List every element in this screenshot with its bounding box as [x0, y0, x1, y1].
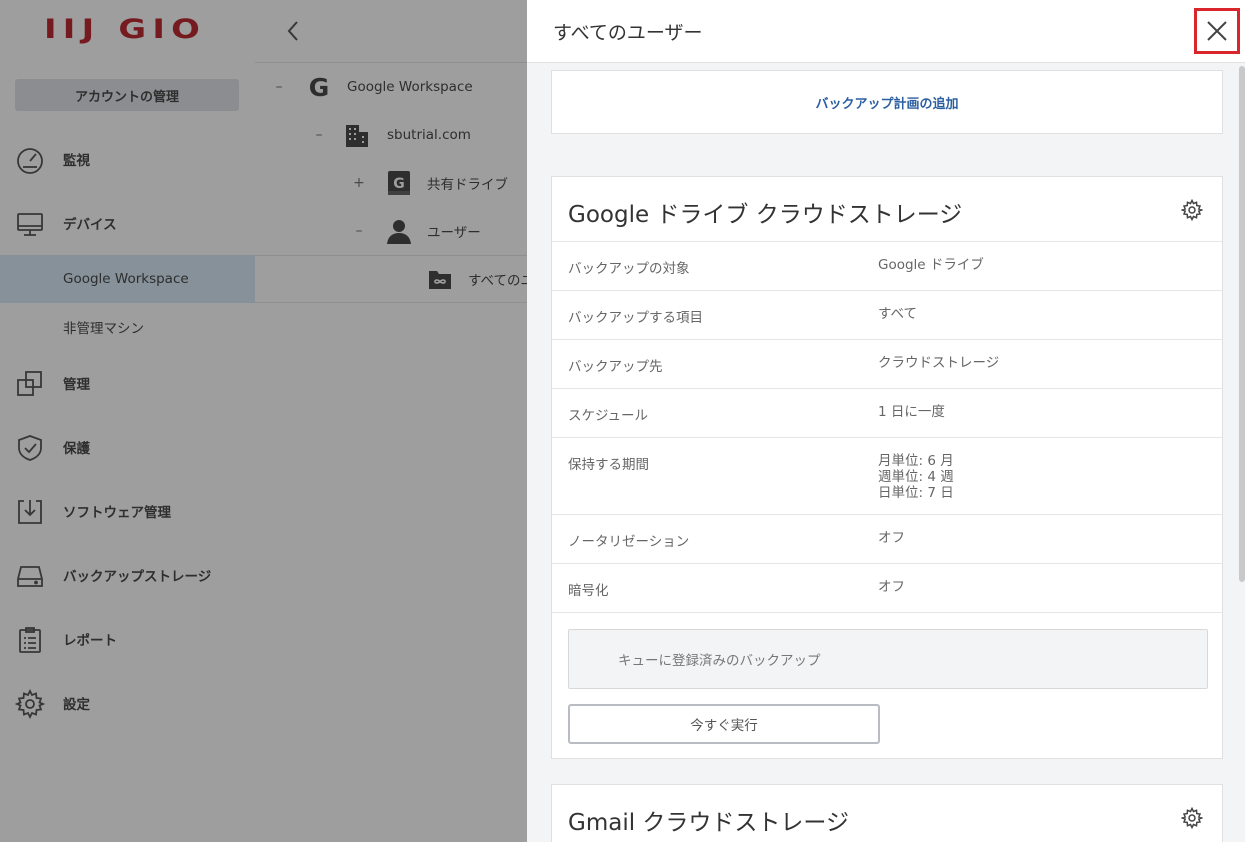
panel-header: すべてのユーザー: [527, 0, 1245, 63]
run-now-button[interactable]: 今すぐ実行: [568, 704, 880, 744]
gear-icon[interactable]: [1180, 198, 1204, 222]
close-button[interactable]: [1194, 8, 1240, 54]
add-backup-plan-button[interactable]: バックアップ計画の追加: [551, 70, 1223, 134]
panel-title: すべてのユーザー: [553, 22, 703, 44]
card-title: Gmail クラウドストレージ: [568, 810, 849, 836]
close-icon: [1207, 21, 1227, 41]
backup-plan-panel: すべてのユーザー バックアップ計画の追加 Google ドライブ クラウドストレ…: [527, 0, 1245, 842]
backup-plan-card-drive: Google ドライブ クラウドストレージ バックアップの対象 Google ド…: [551, 176, 1223, 759]
scrollbar[interactable]: [1239, 66, 1245, 582]
plan-row-destination: バックアップ先 クラウドストレージ: [552, 340, 1222, 389]
queued-backup-status: キューに登録済みのバックアップ: [568, 629, 1208, 689]
plan-row-schedule: スケジュール 1 日に一度: [552, 389, 1222, 438]
plan-row-backup-target: バックアップの対象 Google ドライブ: [552, 242, 1222, 291]
plan-row-backup-items: バックアップする項目 すべて: [552, 291, 1222, 340]
backup-plan-card-gmail: Gmail クラウドストレージ: [551, 784, 1223, 842]
plan-row-notarization: ノータリゼーション オフ: [552, 515, 1222, 564]
modal-backdrop[interactable]: [0, 0, 527, 842]
plan-row-retention: 保持する期間 月単位: 6 月 週単位: 4 週 日単位: 7 日: [552, 438, 1222, 515]
card-title: Google ドライブ クラウドストレージ: [568, 202, 963, 228]
plan-row-encryption: 暗号化 オフ: [552, 564, 1222, 613]
gear-icon[interactable]: [1180, 806, 1204, 830]
